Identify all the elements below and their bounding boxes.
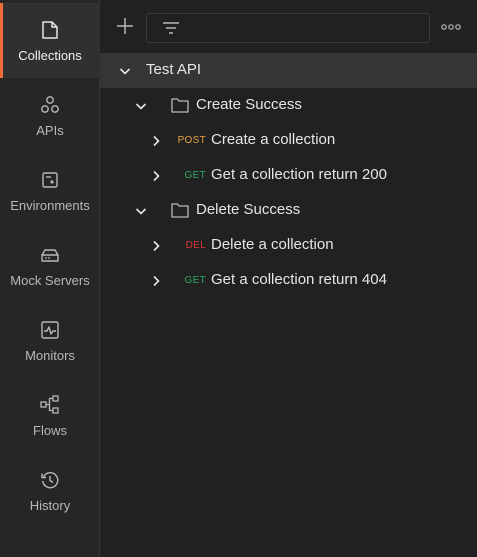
chevron-down-icon[interactable] <box>134 204 148 218</box>
filter-icon[interactable] <box>161 19 181 37</box>
request-name: Get a collection return 200 <box>211 166 387 183</box>
sidebar-item-monitors[interactable]: Monitors <box>0 303 100 378</box>
request-row[interactable]: DEL Delete a collection <box>100 228 477 263</box>
request-name: Delete a collection <box>211 236 334 253</box>
folder-name: Create Success <box>196 96 302 113</box>
folder-icon <box>171 202 189 218</box>
sidebar-item-flows[interactable]: Flows <box>0 378 100 453</box>
chevron-right-icon[interactable] <box>149 239 163 253</box>
folder-icon <box>171 97 189 113</box>
environments-icon <box>39 169 61 191</box>
sidebar-item-label: Monitors <box>25 348 75 363</box>
collections-icon <box>39 19 61 41</box>
apis-icon <box>39 94 61 116</box>
request-row[interactable]: POST Create a collection <box>100 123 477 158</box>
collections-panel: Test API Create Success POST Create a co… <box>100 0 477 557</box>
request-row[interactable]: GET Get a collection return 200 <box>100 158 477 193</box>
sidebar: Collections APIs Environments Mock Serve… <box>0 0 100 557</box>
collection-row[interactable]: Test API <box>100 53 477 88</box>
sidebar-item-label: Mock Servers <box>10 273 90 288</box>
method-badge: DEL <box>185 240 206 251</box>
chevron-right-icon[interactable] <box>149 169 163 183</box>
chevron-right-icon[interactable] <box>149 134 163 148</box>
mock-servers-icon <box>39 244 61 266</box>
method-badge: GET <box>184 275 206 286</box>
method-badge: POST <box>177 135 206 146</box>
chevron-down-icon[interactable] <box>118 64 132 78</box>
folder-row[interactable]: Delete Success <box>100 193 477 228</box>
monitors-icon <box>39 319 61 341</box>
request-name: Create a collection <box>211 131 336 148</box>
history-icon <box>39 469 61 491</box>
sidebar-item-label: Flows <box>33 423 67 438</box>
folder-name: Delete Success <box>196 201 301 218</box>
chevron-down-icon[interactable] <box>134 99 148 113</box>
sidebar-item-apis[interactable]: APIs <box>0 78 100 153</box>
filter-input[interactable] <box>146 13 430 43</box>
plus-icon[interactable] <box>114 15 136 37</box>
collections-toolbar <box>100 0 477 52</box>
sidebar-item-label: APIs <box>36 123 64 138</box>
sidebar-item-collections[interactable]: Collections <box>0 3 100 78</box>
sidebar-item-environments[interactable]: Environments <box>0 153 100 228</box>
collection-name: Test API <box>146 61 202 78</box>
folder-row[interactable]: Create Success <box>100 88 477 123</box>
request-name: Get a collection return 404 <box>211 271 387 288</box>
sidebar-item-label: Environments <box>10 198 90 213</box>
flows-icon <box>39 394 61 416</box>
sidebar-item-label: Collections <box>18 48 82 63</box>
request-row[interactable]: GET Get a collection return 404 <box>100 263 477 298</box>
chevron-right-icon[interactable] <box>149 274 163 288</box>
more-horizontal-icon[interactable] <box>440 16 462 38</box>
method-badge: GET <box>184 170 206 181</box>
sidebar-item-history[interactable]: History <box>0 453 100 528</box>
sidebar-item-label: History <box>29 498 71 513</box>
sidebar-item-mock-servers[interactable]: Mock Servers <box>0 228 100 303</box>
